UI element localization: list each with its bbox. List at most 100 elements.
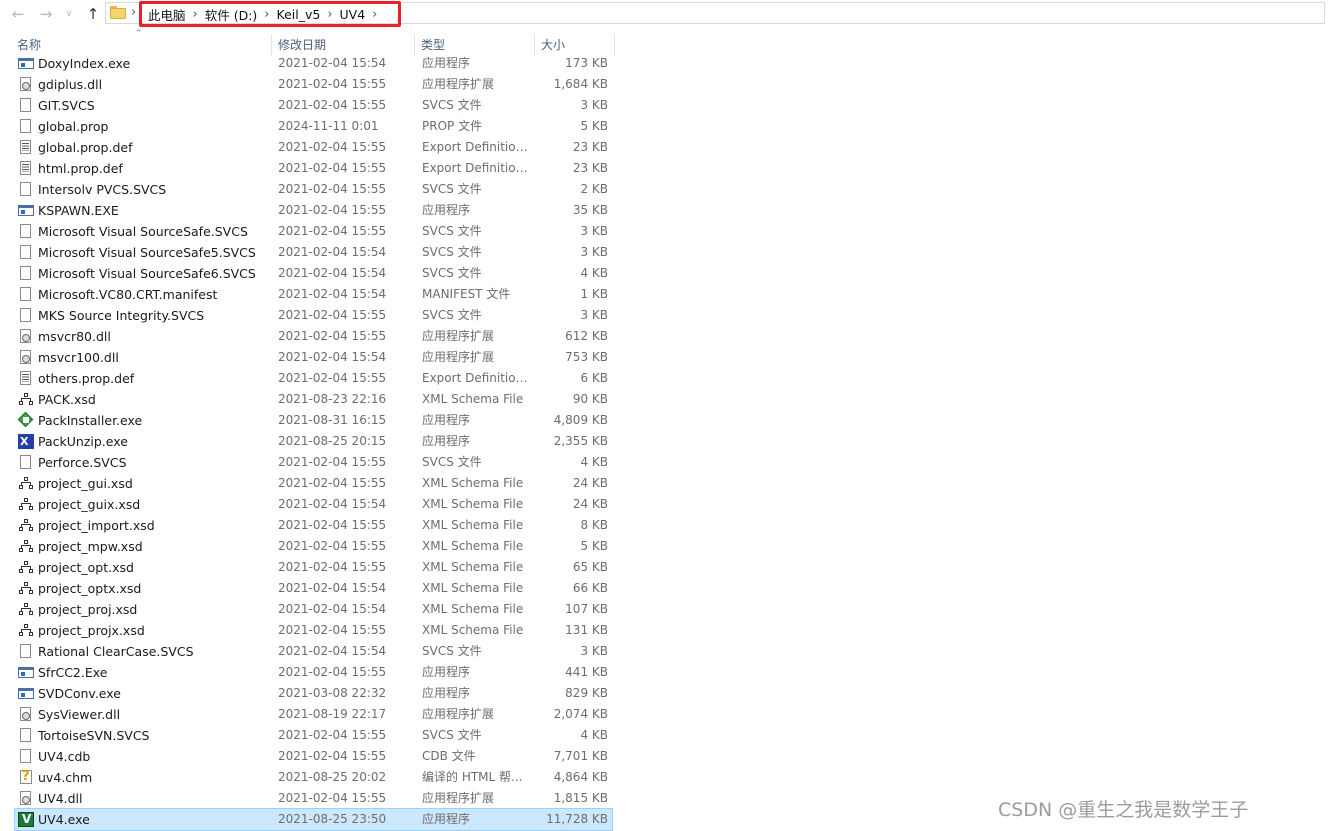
- file-row[interactable]: UV4.exe 2021-08-25 23:50 应用程序 11,728 KB: [14, 808, 613, 831]
- file-row[interactable]: Microsoft Visual SourceSafe5.SVCS 2021-02…: [15, 242, 612, 263]
- file-date: 2021-02-04 15:54: [278, 350, 387, 364]
- file-row[interactable]: Microsoft.VC80.CRT.manifest 2021-02-04 15…: [15, 284, 612, 305]
- chevron-right-icon[interactable]: ›: [327, 7, 332, 22]
- xml-schema-icon: [18, 623, 34, 638]
- file-row[interactable]: KSPAWN.EXE 2021-02-04 15:55 应用程序 35 KB: [15, 200, 612, 221]
- file-row[interactable]: msvcr100.dll 2021-02-04 15:54 应用程序扩展 753 KB: [15, 347, 612, 368]
- file-type: XML Schema File: [422, 602, 524, 616]
- arrow-left-icon[interactable]: ←: [8, 4, 28, 24]
- file-size: 107 KB: [565, 602, 608, 616]
- file-size: 65 KB: [572, 560, 608, 574]
- file-date: 2021-02-04 15:55: [278, 182, 387, 196]
- file-name: gdiplus.dll: [38, 77, 103, 92]
- file-row[interactable]: msvcr80.dll 2021-02-04 15:55 应用程序扩展 612 KB: [15, 326, 612, 347]
- chevron-right-icon[interactable]: ›: [131, 5, 136, 20]
- text-file-icon: [18, 371, 34, 386]
- chevron-right-icon[interactable]: ›: [264, 7, 269, 22]
- file-name: others.prop.def: [38, 371, 135, 386]
- file-size: 23 KB: [572, 140, 608, 154]
- file-row[interactable]: DoxyIndex.exe 2021-02-04 15:54 应用程序 173 KB: [15, 53, 612, 74]
- xml-schema-icon: [18, 602, 34, 617]
- file-type: 应用程序: [422, 56, 471, 70]
- file-size: 829 KB: [565, 686, 608, 700]
- file-name: project_guix.xsd: [38, 497, 141, 512]
- file-size: 131 KB: [565, 623, 608, 637]
- file-row[interactable]: Microsoft Visual SourceSafe6.SVCS 2021-02…: [15, 263, 612, 284]
- file-row[interactable]: TortoiseSVN.SVCS 2021-02-04 15:55 SVCS 文件 4…: [15, 725, 612, 746]
- chevron-down-icon[interactable]: ∨: [62, 4, 76, 24]
- file-icon: [18, 455, 34, 470]
- file-row[interactable]: Perforce.SVCS 2021-02-04 15:55 SVCS 文件 4 KB: [15, 452, 612, 473]
- file-size: 11,728 KB: [546, 812, 608, 826]
- file-date: 2021-02-04 15:55: [278, 140, 387, 154]
- file-type: 应用程序扩展: [422, 77, 495, 91]
- chevron-right-icon[interactable]: ›: [372, 7, 377, 22]
- file-row[interactable]: MKS Source Integrity.SVCS 2021-02-04 15:5…: [15, 305, 612, 326]
- file-size: 3 KB: [580, 644, 608, 658]
- file-name: KSPAWN.EXE: [38, 203, 119, 218]
- file-row[interactable]: uv4.chm 2021-08-25 20:02 编译的 HTML 帮... 4,86…: [15, 766, 612, 788]
- file-size: 4,809 KB: [553, 413, 608, 427]
- file-size: 3 KB: [580, 308, 608, 322]
- breadcrumb-keil-v5[interactable]: Keil_v5: [277, 7, 321, 22]
- file-date: 2021-08-23 22:16: [278, 392, 387, 406]
- file-name: PACK.xsd: [38, 392, 96, 407]
- arrow-right-icon[interactable]: →: [36, 4, 56, 24]
- dll-file-icon: [18, 791, 34, 806]
- file-type: SVCS 文件: [422, 455, 482, 469]
- dll-file-icon: [18, 329, 34, 344]
- file-row[interactable]: Rational ClearCase.SVCS 2021-02-04 15:54 S…: [15, 641, 612, 662]
- file-type: XML Schema File: [422, 623, 524, 637]
- file-row[interactable]: global.prop.def 2021-02-04 15:55 Export De…: [15, 137, 612, 158]
- file-row[interactable]: SysViewer.dll 2021-08-19 22:17 应用程序扩展 2,074…: [15, 704, 612, 725]
- file-row[interactable]: PackUnzip.exe 2021-08-25 20:15 应用程序 2,355 K…: [15, 431, 612, 452]
- arrow-up-icon[interactable]: ↑: [83, 4, 103, 24]
- file-row[interactable]: gdiplus.dll 2021-02-04 15:55 应用程序扩展 1,684 K…: [15, 74, 612, 95]
- address-bar[interactable]: › 此电脑 › 软件 (D:) › Keil_v5 › UV4 ›: [105, 1, 1325, 27]
- breadcrumb-drive-d[interactable]: 软件 (D:): [205, 5, 258, 24]
- file-row[interactable]: global.prop 2024-11-11 0:01 PROP 文件 5 KB: [15, 116, 612, 137]
- file-row[interactable]: UV4.cdb 2021-02-04 15:55 CDB 文件 7,701 KB: [15, 746, 612, 767]
- file-type: 应用程序扩展: [422, 791, 495, 805]
- file-row[interactable]: Microsoft Visual SourceSafe.SVCS 2021-02-…: [15, 221, 612, 242]
- file-row[interactable]: project_mpw.xsd 2021-02-04 15:55 XML Schem…: [15, 536, 612, 557]
- chevron-right-icon[interactable]: ›: [193, 7, 198, 22]
- file-row[interactable]: PACK.xsd 2021-08-23 22:16 XML Schema File 9…: [15, 389, 612, 410]
- file-row[interactable]: project_opt.xsd 2021-02-04 15:55 XML Schem…: [15, 557, 612, 578]
- file-row[interactable]: project_import.xsd 2021-02-04 15:55 XML Sc…: [15, 515, 612, 536]
- file-icon: [18, 749, 34, 764]
- file-name: Rational ClearCase.SVCS: [38, 644, 194, 659]
- file-type: Export Definition...: [422, 140, 534, 154]
- file-row[interactable]: GIT.SVCS 2021-02-04 15:55 SVCS 文件 3 KB: [15, 95, 612, 116]
- breadcrumb-uv4[interactable]: UV4: [340, 7, 366, 22]
- text-file-icon: [18, 140, 34, 155]
- file-row[interactable]: project_projx.xsd 2021-02-04 15:55 XML Sch…: [15, 620, 612, 641]
- file-date: 2021-02-04 15:55: [278, 224, 387, 238]
- file-row[interactable]: others.prop.def 2021-02-04 15:55 Export De…: [15, 368, 612, 389]
- file-row[interactable]: project_optx.xsd 2021-02-04 15:54 XML Sche…: [15, 578, 612, 599]
- file-name: msvcr100.dll: [38, 350, 119, 365]
- file-row[interactable]: project_proj.xsd 2021-02-04 15:54 XML Sche…: [15, 599, 612, 620]
- file-type: SVCS 文件: [422, 182, 482, 196]
- file-row[interactable]: SfrCC2.Exe 2021-02-04 15:55 应用程序 441 KB: [15, 662, 612, 683]
- file-row[interactable]: html.prop.def 2021-02-04 15:55 Export Defi…: [15, 158, 612, 179]
- file-date: 2021-08-25 20:02: [278, 770, 387, 784]
- file-date: 2021-02-04 15:54: [278, 581, 387, 595]
- file-type: 应用程序扩展: [422, 350, 495, 364]
- file-row[interactable]: UV4.dll 2021-02-04 15:55 应用程序扩展 1,815 KB: [15, 788, 612, 809]
- file-row[interactable]: project_gui.xsd 2021-02-04 15:55 XML Schem…: [15, 473, 612, 494]
- file-row[interactable]: Intersolv PVCS.SVCS 2021-02-04 15:55 SVCS …: [15, 179, 612, 200]
- column-divider[interactable]: [614, 34, 615, 56]
- file-date: 2021-02-04 15:55: [278, 476, 387, 490]
- file-type: XML Schema File: [422, 581, 524, 595]
- file-icon: [18, 245, 34, 260]
- breadcrumb-this-pc[interactable]: 此电脑: [148, 5, 186, 24]
- xml-schema-icon: [18, 518, 34, 533]
- file-row[interactable]: project_guix.xsd 2021-02-04 15:54 XML Sche…: [15, 494, 612, 515]
- file-row[interactable]: SVDConv.exe 2021-03-08 22:32 应用程序 829 KB: [15, 683, 612, 704]
- file-name: project_proj.xsd: [38, 602, 138, 617]
- file-date: 2021-02-04 15:55: [278, 161, 387, 175]
- file-size: 66 KB: [572, 581, 608, 595]
- file-row[interactable]: PackInstaller.exe 2021-08-31 16:15 应用程序 4,8…: [15, 410, 612, 431]
- file-size: 23 KB: [572, 161, 608, 175]
